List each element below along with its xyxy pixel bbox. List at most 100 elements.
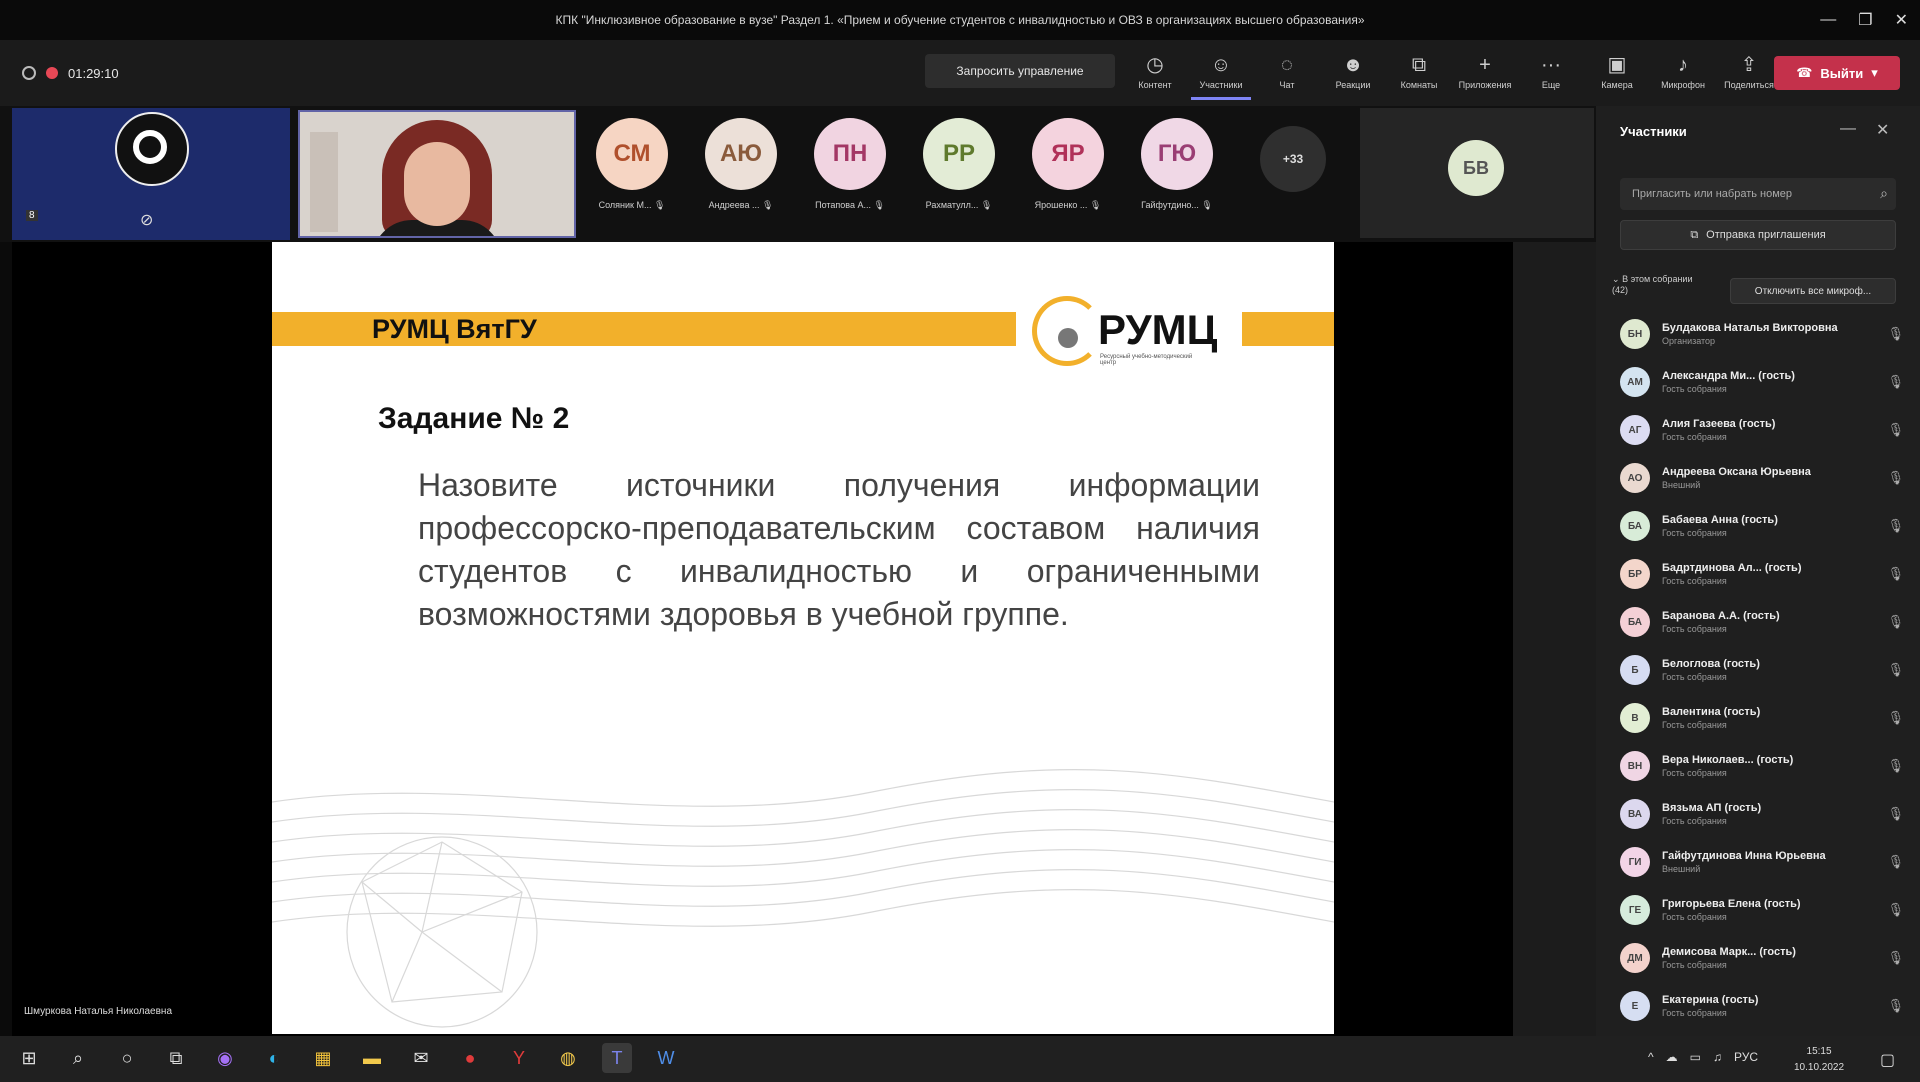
restore-icon[interactable]: ❐ xyxy=(1858,10,1872,30)
toolbar-button-9[interactable]: ⇪ Поделиться xyxy=(1719,44,1779,100)
toolbar-buttons: ◷ Контент ☺ Участники ◌ Чат ☻ Реакции ⧉ Комнаты + П… xyxy=(1125,44,1779,100)
list-item[interactable]: ДМ Демисова Марк... (гость) Гость собрания… xyxy=(1620,934,1910,982)
mic-muted-icon[interactable]: 🎙 xyxy=(1887,758,1904,774)
mic-muted-icon[interactable]: 🎙 xyxy=(1887,326,1904,342)
more-participants-button[interactable]: +33 xyxy=(1260,126,1326,192)
toolbar-button-3[interactable]: ☻ Реакции xyxy=(1323,44,1383,100)
mic-muted-icon[interactable]: 🎙 xyxy=(1887,566,1904,582)
speaker-video-tile[interactable] xyxy=(298,110,576,238)
mic-muted-icon[interactable]: 🎙 xyxy=(1887,662,1904,678)
participant-tile[interactable]: ПН Потапова А... 🎙 xyxy=(814,118,886,211)
list-item[interactable]: АМ Александра Ми... (гость) Гость собрания… xyxy=(1620,358,1910,406)
list-item[interactable]: БН Булдакова Наталья Викторовна Организато… xyxy=(1620,310,1910,358)
tray-item-2-icon[interactable]: ▭ xyxy=(1690,1050,1701,1064)
tray-item-3-icon[interactable]: ♫ xyxy=(1713,1050,1722,1064)
request-control-button[interactable]: Запросить управление xyxy=(925,54,1115,88)
list-item[interactable]: ВА Вязьма АП (гость) Гость собрания 🎙 xyxy=(1620,790,1910,838)
mic-muted-icon[interactable]: 🎙 xyxy=(1887,998,1904,1014)
more-options-icon[interactable]: — xyxy=(1840,120,1856,140)
mute-all-button[interactable]: Отключить все микроф... xyxy=(1730,278,1896,304)
mic-muted-icon[interactable]: 🎙 xyxy=(1887,950,1904,966)
participant-name: Бабаева Анна (гость) xyxy=(1662,514,1778,526)
edge-icon[interactable]: ◐ xyxy=(259,1043,289,1073)
start-icon[interactable]: ⊞ xyxy=(14,1043,44,1073)
mic-muted-icon[interactable]: 🎙 xyxy=(1887,902,1904,918)
shield-icon xyxy=(22,66,36,80)
notifications-icon[interactable]: ▢ xyxy=(1880,1050,1895,1070)
word-icon[interactable]: W xyxy=(651,1043,681,1073)
leave-button[interactable]: ☎ Выйти ▾ xyxy=(1774,56,1900,90)
close-panel-icon[interactable]: ✕ xyxy=(1876,120,1889,140)
meeting-timer: 01:29:10 xyxy=(68,65,119,81)
toolbar-button-6[interactable]: ··· Еще xyxy=(1521,44,1581,100)
search-icon[interactable]: ⌕ xyxy=(63,1043,93,1073)
toolbar-button-0[interactable]: ◷ Контент xyxy=(1125,44,1185,100)
store-icon[interactable]: ▦ xyxy=(308,1043,338,1073)
tray-item-0-icon[interactable]: ^ xyxy=(1648,1050,1654,1064)
in-meeting-section[interactable]: ⌄ В этом собрании (42) xyxy=(1612,274,1702,296)
tray-item-1-icon[interactable]: ☁ xyxy=(1666,1050,1678,1064)
mic-muted-icon[interactable]: 🎙 xyxy=(1887,806,1904,822)
list-item[interactable]: БА Бабаева Анна (гость) Гость собрания 🎙 xyxy=(1620,502,1910,550)
taskbar-clock[interactable]: 15:15 10.10.2022 xyxy=(1794,1044,1844,1076)
mic-muted-icon[interactable]: 🎙 xyxy=(1887,614,1904,630)
chrome-icon[interactable]: ◍ xyxy=(553,1043,583,1073)
list-item[interactable]: БА Баранова А.А. (гость) Гость собрания 🎙 xyxy=(1620,598,1910,646)
mail-icon[interactable]: ✉ xyxy=(406,1043,436,1073)
participant-role: Гость собрания xyxy=(1662,432,1727,442)
toolbar-button-label: Чат xyxy=(1279,80,1295,90)
app-red-icon[interactable]: ● xyxy=(455,1043,485,1073)
tray-item-4[interactable]: РУС xyxy=(1734,1050,1758,1064)
chevron-down-icon[interactable]: ▾ xyxy=(1871,65,1878,81)
invite-input[interactable]: Пригласить или набрать номер ⌕ xyxy=(1620,178,1896,210)
task-view-icon[interactable]: ⧉ xyxy=(161,1043,191,1073)
toolbar-button-2[interactable]: ◌ Чат xyxy=(1257,44,1317,100)
toolbar-button-8[interactable]: ♪ Микрофон xyxy=(1653,44,1713,100)
participant-tile[interactable]: ЯР Ярошенко ... 🎙 xyxy=(1032,118,1104,211)
participant-role: Гость собрания xyxy=(1662,672,1727,682)
list-item[interactable]: ГЕ Григорьева Елена (гость) Гость собрания… xyxy=(1620,886,1910,934)
participant-role: Гость собрания xyxy=(1662,816,1727,826)
list-item[interactable]: АГ Алия Газеева (гость) Гость собрания 🎙 xyxy=(1620,406,1910,454)
participant-tile[interactable]: РР Рахматулл... 🎙 xyxy=(923,118,995,211)
avatar: ГЮ xyxy=(1141,118,1213,190)
app-purple-icon[interactable]: ◉ xyxy=(210,1043,240,1073)
list-item[interactable]: БР Бадртдинова Ал... (гость) Гость собрани… xyxy=(1620,550,1910,598)
participant-tile[interactable]: ГЮ Гайфутдино... 🎙 xyxy=(1141,118,1213,211)
participant-text: Григорьева Елена (гость) Гость собрания xyxy=(1662,898,1862,922)
system-tray: ^ ☁ ▭ ♫ РУС xyxy=(1648,1050,1758,1064)
speaker-name-label: Шмуркова Наталья Николаевна xyxy=(24,1006,173,1017)
cortana-icon[interactable]: ○ xyxy=(112,1043,142,1073)
list-item[interactable]: АО Андреева Оксана Юрьевна Внешний 🎙 xyxy=(1620,454,1910,502)
teams-icon[interactable]: T xyxy=(602,1043,632,1073)
avatar: ГИ xyxy=(1620,847,1650,877)
section-label-text: В этом собрании (42) xyxy=(1612,274,1693,295)
list-item[interactable]: Е Екатерина (гость) Гость собрания 🎙 xyxy=(1620,982,1910,1030)
close-icon[interactable]: ✕ xyxy=(1895,10,1908,30)
mic-muted-icon[interactable]: 🎙 xyxy=(1887,374,1904,390)
mic-muted-icon[interactable]: 🎙 xyxy=(1887,518,1904,534)
slide-band-right xyxy=(1242,312,1334,346)
list-item[interactable]: Б Белоглова (гость) Гость собрания 🎙 xyxy=(1620,646,1910,694)
toolbar-button-5[interactable]: + Приложения xyxy=(1455,44,1515,100)
list-item[interactable]: В Валентина (гость) Гость собрания 🎙 xyxy=(1620,694,1910,742)
speaker-video xyxy=(372,120,502,236)
mic-muted-icon[interactable]: 🎙 xyxy=(1887,422,1904,438)
avatar: БР xyxy=(1620,559,1650,589)
toolbar-button-4[interactable]: ⧉ Комнаты xyxy=(1389,44,1449,100)
minimize-icon[interactable]: — xyxy=(1820,11,1836,29)
yandex-icon[interactable]: Y xyxy=(504,1043,534,1073)
toolbar-button-7[interactable]: ▣ Камера xyxy=(1587,44,1647,100)
participant-tile[interactable]: АЮ Андреева ... 🎙 xyxy=(705,118,777,211)
list-item[interactable]: ВН Вера Николаев... (гость) Гость собрания… xyxy=(1620,742,1910,790)
mic-muted-icon[interactable]: 🎙 xyxy=(1887,854,1904,870)
mic-muted-icon[interactable]: 🎙 xyxy=(1887,470,1904,486)
participant-role: Гость собрания xyxy=(1662,912,1727,922)
mic-muted-icon[interactable]: 🎙 xyxy=(1887,710,1904,726)
toolbar-button-1[interactable]: ☺ Участники xyxy=(1191,44,1251,100)
share-invite-button[interactable]: ⧉ Отправка приглашения xyxy=(1620,220,1896,250)
obs-logo-icon xyxy=(115,112,189,186)
list-item[interactable]: ГИ Гайфутдинова Инна Юрьевна Внешний 🎙 xyxy=(1620,838,1910,886)
participant-tile[interactable]: СМ Соляник М... 🎙 xyxy=(596,118,668,211)
files-icon[interactable]: ▬ xyxy=(357,1043,387,1073)
